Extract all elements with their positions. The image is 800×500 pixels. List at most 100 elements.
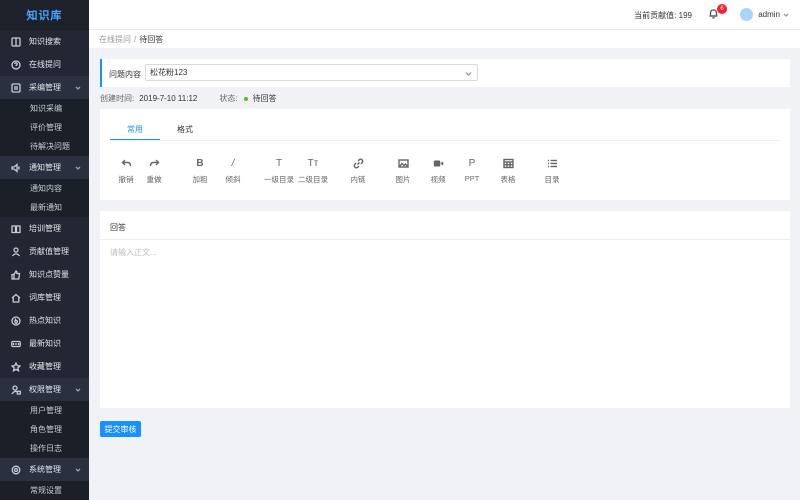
sidebar-item-latest-knowledge[interactable]: 最新知识: [0, 332, 89, 355]
breadcrumb-separator: /: [134, 34, 137, 44]
status-value: 待回答: [252, 94, 277, 103]
question-row: 问题内容 松花粉123: [100, 59, 790, 87]
video-button[interactable]: 视频: [421, 156, 455, 185]
sidebar-item-training[interactable]: 培训管理: [0, 217, 89, 240]
chevron-down-icon[interactable]: [783, 11, 789, 17]
created-time-value: 2019-7-10 11:12: [139, 94, 198, 103]
question-select-value: 松花粉123: [150, 68, 188, 77]
status-label: 状态:: [219, 94, 238, 103]
tool-label: 内链: [350, 175, 366, 184]
editor-toolbar-panel: 常用 格式 撤销 重做 B 加粗 / 倾斜 T 一级目录 Tт 二级目录 内链 …: [100, 109, 790, 200]
sidebar-item-label: 贡献值管理: [29, 247, 69, 256]
sidebar-item-label: 权限管理: [29, 385, 61, 394]
sound-icon: [10, 162, 22, 174]
contribution-display: 当前贡献值: 199: [634, 10, 692, 21]
home-icon: [10, 292, 22, 304]
sidebar-item-system[interactable]: 系统管理: [0, 458, 89, 481]
tab-format[interactable]: 格式: [160, 121, 210, 141]
question-circle-icon: [10, 59, 22, 71]
heading2-button[interactable]: Tт 二级目录: [296, 156, 330, 185]
tool-label: 目录: [544, 175, 560, 184]
sidebar-item-online-question[interactable]: 在线提问: [0, 53, 89, 76]
redo-button[interactable]: 重做: [137, 156, 171, 185]
edit-doc-icon: [10, 82, 22, 94]
tab-common[interactable]: 常用: [110, 121, 160, 141]
app-logo: 知识库: [0, 0, 89, 30]
gear-icon: [10, 464, 22, 476]
sidebar-item-label: 收藏管理: [29, 362, 61, 371]
answer-editor-input[interactable]: [110, 247, 780, 397]
sidebar-item-permissions[interactable]: 权限管理: [0, 378, 89, 401]
sidebar-item-editing[interactable]: 采编管理: [0, 76, 89, 99]
question-select[interactable]: 松花粉123: [145, 64, 478, 81]
sidebar-item-label: 最新知识: [29, 339, 61, 348]
chevron-down-icon: [465, 70, 472, 77]
sidebar-subitem-role-management[interactable]: 角色管理: [0, 420, 89, 439]
italic-icon: /: [231, 158, 235, 169]
sidebar-item-label: 词库管理: [29, 293, 61, 302]
heading2-icon: Tт: [307, 158, 319, 169]
sidebar-item-favorites[interactable]: 收藏管理: [0, 355, 89, 378]
image-icon: [393, 156, 413, 171]
username[interactable]: admin: [758, 10, 780, 19]
tool-label: 重做: [146, 175, 162, 184]
book-icon: [10, 36, 22, 48]
table-icon: [498, 156, 518, 171]
breadcrumb: 在线提问 / 待回答: [89, 30, 800, 48]
tool-label: 视频: [430, 175, 446, 184]
toc-button[interactable]: 目录: [535, 156, 569, 185]
breadcrumb-parent-link[interactable]: 在线提问: [99, 34, 131, 45]
tool-label: 一级目录: [264, 175, 294, 184]
table-button[interactable]: 表格: [491, 156, 525, 185]
list-icon: [542, 156, 562, 171]
sidebar-item-hot-knowledge[interactable]: 热点知识: [0, 309, 89, 332]
sidebar-item-label: 知识搜索: [29, 37, 61, 46]
sidebar-item-label: 通知管理: [29, 163, 61, 172]
sidebar-subitem-latest-notifications[interactable]: 最新通知: [0, 198, 89, 217]
italic-button[interactable]: / 倾斜: [216, 156, 250, 185]
sidebar-subitem-operation-log[interactable]: 操作日志: [0, 439, 89, 458]
bold-button[interactable]: B 加粗: [183, 156, 217, 185]
sidebar-subitem-knowledge-editing[interactable]: 知识采编: [0, 99, 89, 118]
status-dot: [243, 96, 248, 101]
team-icon: [10, 246, 22, 258]
notification-badge: 6: [717, 4, 727, 14]
heading1-button[interactable]: T 一级目录: [262, 156, 296, 185]
submit-review-button[interactable]: 提交审核: [100, 421, 141, 437]
tool-label: 加粗: [192, 175, 208, 184]
sidebar-subitem-user-management[interactable]: 用户管理: [0, 401, 89, 420]
link-icon: [348, 156, 368, 171]
ppt-button[interactable]: P PPT: [455, 156, 489, 183]
chevron-down-icon: [75, 164, 81, 170]
top-header: 当前贡献值: 199 6 admin: [89, 0, 800, 30]
image-button[interactable]: 图片: [386, 156, 420, 185]
fire-icon: [10, 315, 22, 327]
sidebar-item-label: 采编管理: [29, 83, 61, 92]
sidebar-item-label: 在线提问: [29, 60, 61, 69]
sidebar-item-notifications[interactable]: 通知管理: [0, 156, 89, 179]
question-label: 问题内容: [109, 70, 141, 79]
contribution-value: 199: [678, 11, 692, 20]
bold-icon: B: [196, 158, 204, 169]
chevron-down-icon: [75, 466, 81, 472]
sidebar-subitem-general-settings[interactable]: 常规设置: [0, 481, 89, 500]
tool-label: 表格: [500, 175, 516, 184]
undo-icon: [116, 156, 136, 171]
redo-icon: [144, 156, 164, 171]
link-button[interactable]: 内链: [341, 156, 375, 185]
sidebar-subitem-evaluation[interactable]: 评价管理: [0, 118, 89, 137]
sidebar-item-knowledge-search[interactable]: 知识搜索: [0, 30, 89, 53]
heading1-icon: T: [275, 158, 283, 169]
sidebar-subitem-notification-content[interactable]: 通知内容: [0, 179, 89, 198]
chevron-down-icon: [75, 84, 81, 90]
sidebar-subitem-pending-issues[interactable]: 待解决问题: [0, 137, 89, 156]
sidebar-item-label: 系统管理: [29, 465, 61, 474]
video-icon: [428, 156, 448, 171]
question-accent-bar: [100, 59, 102, 87]
sidebar-item-likes[interactable]: 知识点赞量: [0, 263, 89, 286]
sidebar-item-contribution[interactable]: 贡献值管理: [0, 240, 89, 263]
avatar[interactable]: [740, 8, 753, 21]
tab-divider: [110, 140, 780, 141]
sidebar-item-lexicon[interactable]: 词库管理: [0, 286, 89, 309]
created-time-label: 创建时间:: [100, 94, 135, 103]
